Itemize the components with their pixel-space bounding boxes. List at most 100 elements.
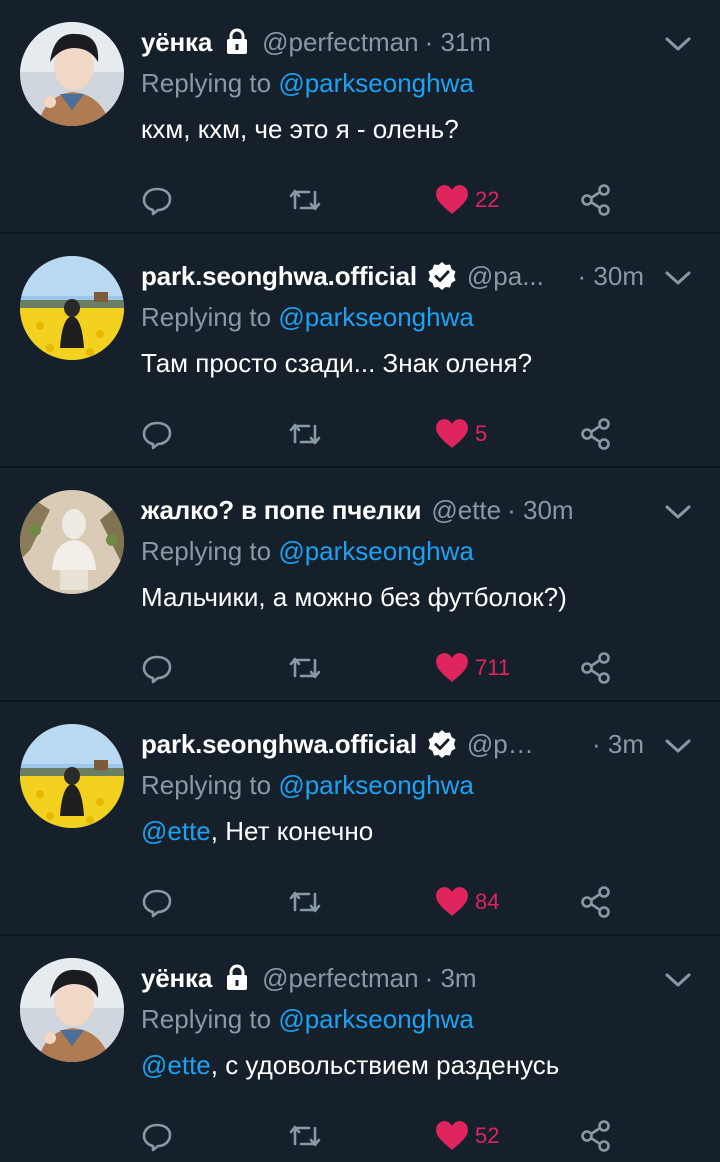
tweet-mention[interactable]: @ette — [141, 1050, 211, 1080]
like-count: 84 — [475, 889, 500, 914]
lock-icon — [222, 27, 252, 57]
display-name[interactable]: уёнка — [141, 963, 212, 994]
avatar[interactable] — [20, 958, 124, 1062]
avatar[interactable] — [20, 724, 124, 828]
share-button[interactable] — [579, 646, 613, 690]
replying-mention[interactable]: @parkseonghwa — [278, 302, 474, 332]
chevron-down-icon[interactable] — [664, 968, 692, 992]
tweet-text: @ette, с удовольствием разденусь — [141, 1050, 559, 1081]
like-button[interactable]: 52 — [435, 1114, 499, 1158]
retweet-button[interactable] — [287, 646, 323, 690]
user-handle[interactable]: @pa... — [467, 261, 544, 292]
tweet-header: park.seonghwa.official @par... — [141, 724, 630, 764]
share-button[interactable] — [579, 412, 613, 456]
replying-label: Replying to — [141, 1004, 272, 1034]
chevron-down-icon[interactable] — [664, 32, 692, 56]
tweet-text: Там просто сзади... Знак оленя? — [141, 348, 532, 379]
chevron-down-icon[interactable] — [664, 734, 692, 758]
tweet[interactable]: park.seonghwa.official @pa... · 30m Repl… — [0, 234, 720, 468]
retweet-icon — [289, 423, 321, 445]
replying-to: Replying to @parkseonghwa — [141, 1004, 474, 1035]
display-name[interactable]: park.seonghwa.official — [141, 729, 417, 760]
timestamp: · 30m — [507, 494, 574, 525]
tweet-body: кхм, кхм, че это я - олень? — [141, 114, 459, 144]
share-icon — [581, 418, 610, 450]
reply-icon — [142, 187, 172, 216]
retweet-icon — [289, 657, 321, 679]
reply-icon — [142, 889, 172, 918]
replying-mention[interactable]: @parkseonghwa — [278, 770, 474, 800]
user-handle[interactable]: @perfectman — [262, 963, 418, 994]
share-icon — [581, 652, 610, 684]
display-name[interactable]: жалко? в попе пчелки — [141, 495, 422, 526]
flower-field-avatar-icon — [20, 256, 124, 360]
user-handle[interactable]: @ette — [431, 495, 501, 526]
replying-label: Replying to — [141, 770, 272, 800]
share-button[interactable] — [579, 178, 613, 222]
timestamp: · 30m — [577, 260, 644, 291]
tweet-header: уёнка @perfectman · 3m — [141, 958, 630, 998]
user-handle[interactable]: @perfectman — [262, 27, 418, 58]
reply-feed: уёнка @perfectman · 31m Replying to @par… — [0, 0, 720, 1162]
retweet-button[interactable] — [287, 1114, 323, 1158]
display-name[interactable]: уёнка — [141, 27, 212, 58]
tweet[interactable]: уёнка @perfectman · 3m Replying to @park… — [0, 936, 720, 1162]
like-count: 711 — [475, 655, 511, 680]
retweet-button[interactable] — [287, 178, 323, 222]
action-bar: 711 — [141, 646, 621, 690]
portrait-avatar-icon — [20, 22, 124, 126]
timestamp: · 31m — [424, 26, 492, 57]
heart-icon — [436, 887, 468, 916]
replying-mention[interactable]: @parkseonghwa — [278, 68, 474, 98]
like-button[interactable]: 84 — [435, 880, 499, 924]
tweet[interactable]: park.seonghwa.official @par... · 3m Repl… — [0, 702, 720, 936]
reply-button[interactable] — [141, 880, 173, 924]
share-button[interactable] — [579, 880, 613, 924]
action-bar: 5 — [141, 412, 621, 456]
like-button[interactable]: 711 — [435, 646, 510, 690]
chevron-down-icon[interactable] — [664, 500, 692, 524]
replying-mention[interactable]: @parkseonghwa — [278, 1004, 474, 1034]
chevron-down-icon[interactable] — [664, 266, 692, 290]
tweet-body: , с удовольствием разденусь — [210, 1050, 560, 1080]
heart-icon — [436, 185, 468, 214]
like-count: 5 — [475, 421, 488, 446]
reply-button[interactable] — [141, 1114, 173, 1158]
avatar[interactable] — [20, 22, 124, 126]
avatar[interactable] — [20, 490, 124, 594]
tweet-body: , Нет конечно — [210, 816, 374, 846]
share-button[interactable] — [579, 1114, 613, 1158]
lock-icon — [222, 963, 252, 993]
tweet-header: уёнка @perfectman · 31m — [141, 22, 630, 62]
replying-label: Replying to — [141, 302, 272, 332]
user-handle[interactable]: @par... — [467, 729, 547, 760]
like-button[interactable]: 22 — [435, 178, 499, 222]
tweet[interactable]: уёнка @perfectman · 31m Replying to @par… — [0, 0, 720, 234]
tweet-text: @ette, Нет конечно — [141, 816, 373, 847]
tweet[interactable]: жалко? в попе пчелки @ette · 30m Replyin… — [0, 468, 720, 702]
timestamp: · 3m — [592, 728, 644, 759]
reply-button[interactable] — [141, 178, 173, 222]
retweet-icon — [289, 1125, 321, 1147]
replying-mention[interactable]: @parkseonghwa — [278, 536, 474, 566]
reply-button[interactable] — [141, 646, 173, 690]
tweet-text: кхм, кхм, че это я - олень? — [141, 114, 459, 145]
retweet-button[interactable] — [287, 412, 323, 456]
retweet-button[interactable] — [287, 880, 323, 924]
action-bar: 22 — [141, 178, 621, 222]
avatar[interactable] — [20, 256, 124, 360]
verified-icon — [427, 261, 457, 291]
replying-to: Replying to @parkseonghwa — [141, 68, 474, 99]
heart-icon — [436, 1121, 468, 1150]
replying-to: Replying to @parkseonghwa — [141, 536, 474, 567]
flower-field-avatar-icon — [20, 724, 124, 828]
display-name[interactable]: park.seonghwa.official — [141, 261, 417, 292]
replying-label: Replying to — [141, 536, 272, 566]
tweet-mention[interactable]: @ette — [141, 816, 211, 846]
like-button[interactable]: 5 — [435, 412, 487, 456]
reply-button[interactable] — [141, 412, 173, 456]
heart-icon — [436, 419, 468, 448]
tweet-header: жалко? в попе пчелки @ette · 30m — [141, 490, 630, 530]
statue-avatar-icon — [20, 490, 124, 594]
replying-to: Replying to @parkseonghwa — [141, 302, 474, 333]
